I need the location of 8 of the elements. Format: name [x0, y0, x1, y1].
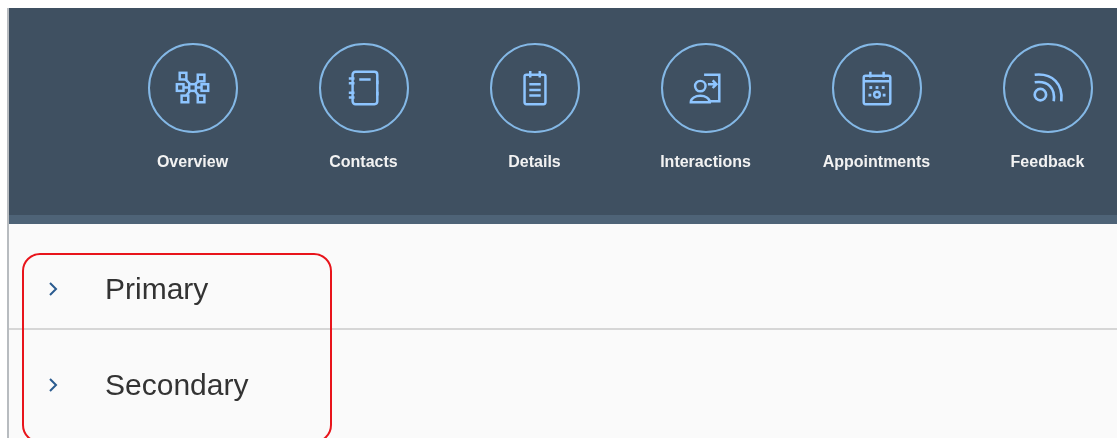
- nav-link[interactable]: Appointments: [791, 43, 962, 171]
- nav-link[interactable]: Contacts: [278, 43, 449, 171]
- nav-link[interactable]: Interactions: [620, 43, 791, 171]
- nav-link[interactable]: Overview: [107, 43, 278, 171]
- section-header[interactable]: Secondary: [9, 356, 1117, 414]
- nav-link[interactable]: Feedback: [962, 43, 1117, 171]
- nav-link[interactable]: Details: [449, 43, 620, 171]
- section-header[interactable]: Primary: [9, 260, 1117, 318]
